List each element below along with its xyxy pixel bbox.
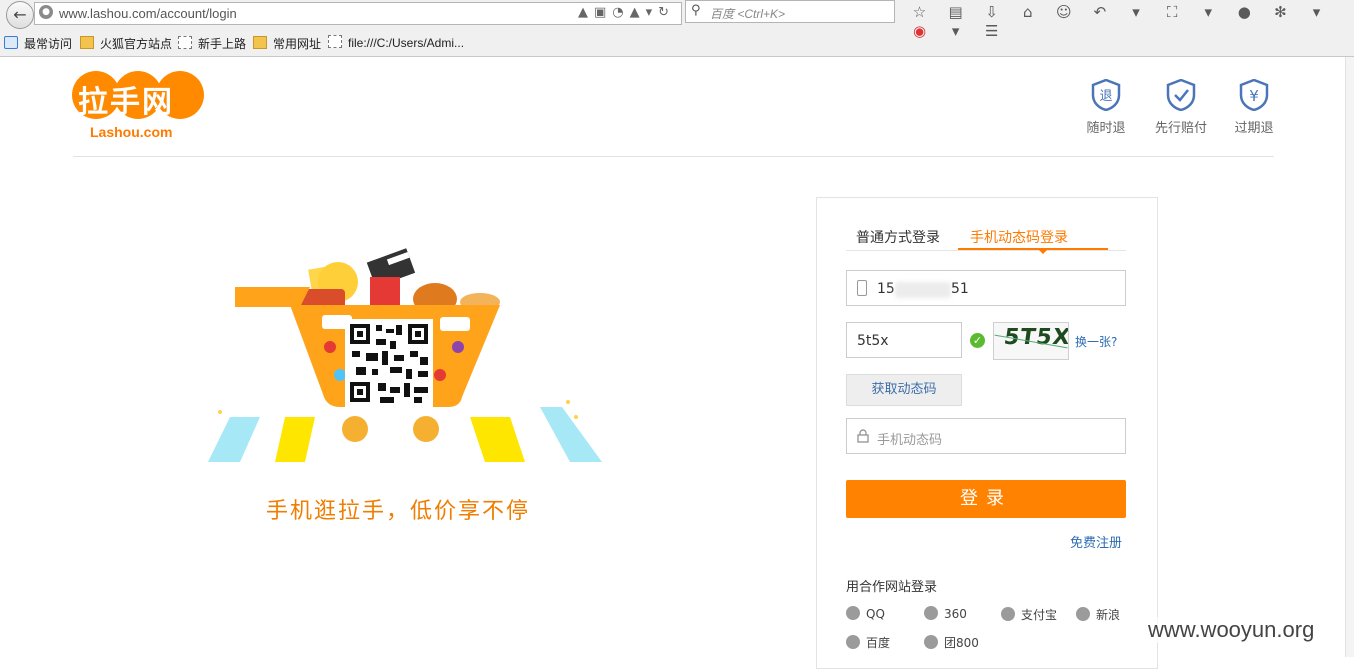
register-link[interactable]: 免费注册 bbox=[1070, 532, 1122, 551]
redacted-blur bbox=[895, 282, 951, 298]
dropdown-icon[interactable]: ▾ bbox=[1121, 3, 1152, 21]
tab-sms-login[interactable]: 手机动态码登录 bbox=[970, 227, 1068, 247]
get-code-button[interactable]: 获取动态码 bbox=[846, 374, 962, 406]
dropdown-icon[interactable]: ▾ bbox=[1193, 3, 1224, 21]
dropdown-icon[interactable]: ▾ bbox=[1301, 3, 1332, 21]
partner-baidu[interactable]: 百度 bbox=[846, 634, 890, 651]
active-tab-indicator bbox=[958, 248, 1108, 250]
phone-suffix: 51 bbox=[951, 281, 969, 297]
download-icon[interactable]: ⇩ bbox=[976, 3, 1007, 21]
refund-shield-icon: 退 bbox=[1091, 78, 1121, 112]
lock-icon bbox=[857, 429, 869, 443]
partner-sina[interactable]: 新浪 bbox=[1076, 606, 1120, 623]
undo-icon[interactable]: ↶ bbox=[1084, 3, 1115, 21]
chat-icon[interactable]: ● bbox=[1229, 3, 1260, 21]
captcha-input[interactable]: 5t5x bbox=[846, 322, 962, 358]
home-icon[interactable]: ⌂ bbox=[1012, 3, 1043, 21]
bookmark-item[interactable]: 火狐官方站点 bbox=[80, 35, 172, 52]
partner-login-title: 用合作网站登录 bbox=[846, 580, 938, 595]
globe-icon: ● bbox=[39, 5, 53, 19]
weibo-icon bbox=[1076, 607, 1090, 621]
captcha-image[interactable]: 5T5X bbox=[993, 322, 1069, 360]
check-shield-icon bbox=[1166, 78, 1196, 112]
address-bar-icons[interactable]: ▲▣◔▲▾↻ bbox=[578, 5, 675, 20]
promise-advance-compensation: 先行赔付 bbox=[1151, 78, 1211, 136]
tuan800-icon bbox=[924, 635, 938, 649]
sms-code-placeholder: 手机动态码 bbox=[877, 433, 943, 448]
bookmark-star-icon[interactable]: ☆ bbox=[904, 3, 935, 21]
phone-prefix: 15 bbox=[877, 281, 895, 297]
page-scrollbar[interactable] bbox=[1345, 57, 1354, 657]
promise-refund-anytime: 退 随时退 bbox=[1083, 78, 1129, 136]
login-tabs: 普通方式登录 手机动态码登录 bbox=[846, 224, 1126, 254]
alipay-icon bbox=[1001, 607, 1015, 621]
yen-shield-icon: ¥ bbox=[1239, 78, 1269, 112]
folder-icon bbox=[80, 36, 94, 49]
tab-normal-login[interactable]: 普通方式登录 bbox=[856, 227, 940, 247]
partner-tuan800[interactable]: 团800 bbox=[924, 634, 979, 651]
phone-number-field[interactable]: 15 51 bbox=[846, 270, 1126, 306]
promo-slogan: 手机逛拉手，低价享不停 bbox=[266, 499, 531, 524]
watermark: www.wooyun.org bbox=[1148, 617, 1315, 643]
page-content: 拉手网 Lashou.com 退 随时退 先行赔付 ¥ 过期退 手机逛拉手，低价… bbox=[0, 57, 1354, 669]
captcha-value: 5t5x bbox=[857, 333, 889, 349]
logo-subtext: Lashou.com bbox=[90, 124, 173, 140]
page-icon bbox=[328, 35, 342, 48]
bookmark-item[interactable]: 常用网址 bbox=[253, 35, 321, 52]
login-panel: 普通方式登录 手机动态码登录 15 51 5t5x ✓ 5T5X 换一张? 获取… bbox=[816, 197, 1158, 669]
smiley-icon[interactable]: ☺ bbox=[1048, 3, 1079, 21]
baidu-paw-icon bbox=[846, 635, 860, 649]
refresh-captcha-link[interactable]: 换一张? bbox=[1075, 333, 1117, 350]
partner-qq[interactable]: QQ bbox=[846, 606, 885, 621]
bookmarks-bar: 最常访问 火狐官方站点 新手上路 常用网址 file:///C:/Users/A… bbox=[0, 33, 1354, 55]
back-button[interactable]: ← bbox=[6, 1, 34, 29]
promise-expired-refund: ¥ 过期退 bbox=[1230, 78, 1278, 136]
folder-icon bbox=[253, 36, 267, 49]
header-divider bbox=[73, 156, 1274, 157]
reading-list-icon[interactable]: ▤ bbox=[940, 3, 971, 21]
svg-text:¥: ¥ bbox=[1249, 87, 1259, 105]
360-icon bbox=[924, 606, 938, 620]
browser-chrome: ← ● www.lashou.com/account/login ▲▣◔▲▾↻ … bbox=[0, 0, 1354, 57]
qq-icon bbox=[846, 606, 860, 620]
search-icon bbox=[4, 36, 18, 49]
bookmark-item[interactable]: file:///C:/Users/Admi... bbox=[328, 35, 464, 50]
site-logo[interactable]: 拉手网 Lashou.com bbox=[72, 71, 204, 143]
search-icon: ⚲ bbox=[691, 3, 701, 18]
login-button[interactable]: 登录 bbox=[846, 480, 1126, 518]
extension-icon[interactable]: ✻ bbox=[1265, 3, 1296, 21]
search-placeholder: 百度 <Ctrl+K> bbox=[710, 7, 786, 21]
navigation-bar: ← ● www.lashou.com/account/login ▲▣◔▲▾↻ … bbox=[0, 0, 1354, 40]
toolbar-icons: ☆ ▤ ⇩ ⌂ ☺ ↶ ▾ ⛶ ▾ ● ✻ ▾ ◉ ▾ ☰ bbox=[904, 2, 1354, 40]
logo-text: 拉手网 bbox=[78, 85, 174, 120]
partner-360[interactable]: 360 bbox=[924, 606, 967, 621]
active-tab-caret bbox=[1039, 250, 1047, 254]
crop-icon[interactable]: ⛶ bbox=[1157, 3, 1188, 21]
address-bar[interactable]: ● www.lashou.com/account/login ▲▣◔▲▾↻ bbox=[34, 2, 682, 25]
search-bar[interactable]: ⚲ 百度 <Ctrl+K> bbox=[685, 0, 895, 23]
svg-text:退: 退 bbox=[1099, 89, 1112, 104]
sms-code-field[interactable]: 手机动态码 bbox=[846, 418, 1126, 454]
page-icon bbox=[178, 36, 192, 49]
bookmark-item[interactable]: 新手上路 bbox=[178, 35, 246, 52]
url-text: www.lashou.com/account/login bbox=[59, 6, 237, 21]
bookmark-item[interactable]: 最常访问 bbox=[4, 35, 72, 52]
phone-icon bbox=[857, 280, 867, 296]
captcha-valid-check-icon: ✓ bbox=[970, 333, 985, 348]
shopping-cart-illustration bbox=[208, 248, 602, 462]
partner-alipay[interactable]: 支付宝 bbox=[1001, 606, 1057, 623]
